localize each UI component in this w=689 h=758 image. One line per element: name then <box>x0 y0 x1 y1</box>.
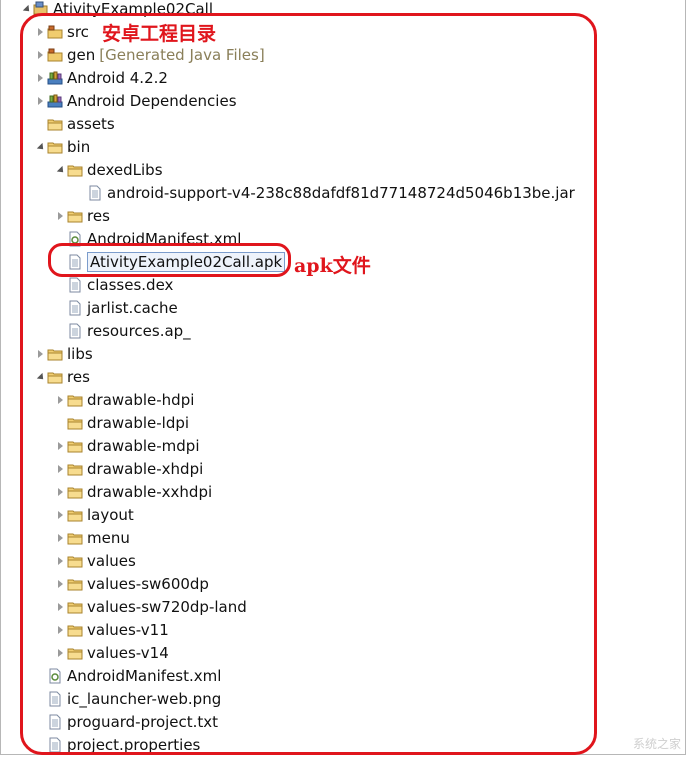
watermark: 系统之家 <box>632 737 681 751</box>
apk-file-highlight <box>48 243 291 277</box>
apk-file-annotation: apk文件 <box>294 255 371 277</box>
project-directory-annotation: 安卓工程目录 <box>102 23 217 45</box>
project-directory-highlight <box>20 13 597 755</box>
